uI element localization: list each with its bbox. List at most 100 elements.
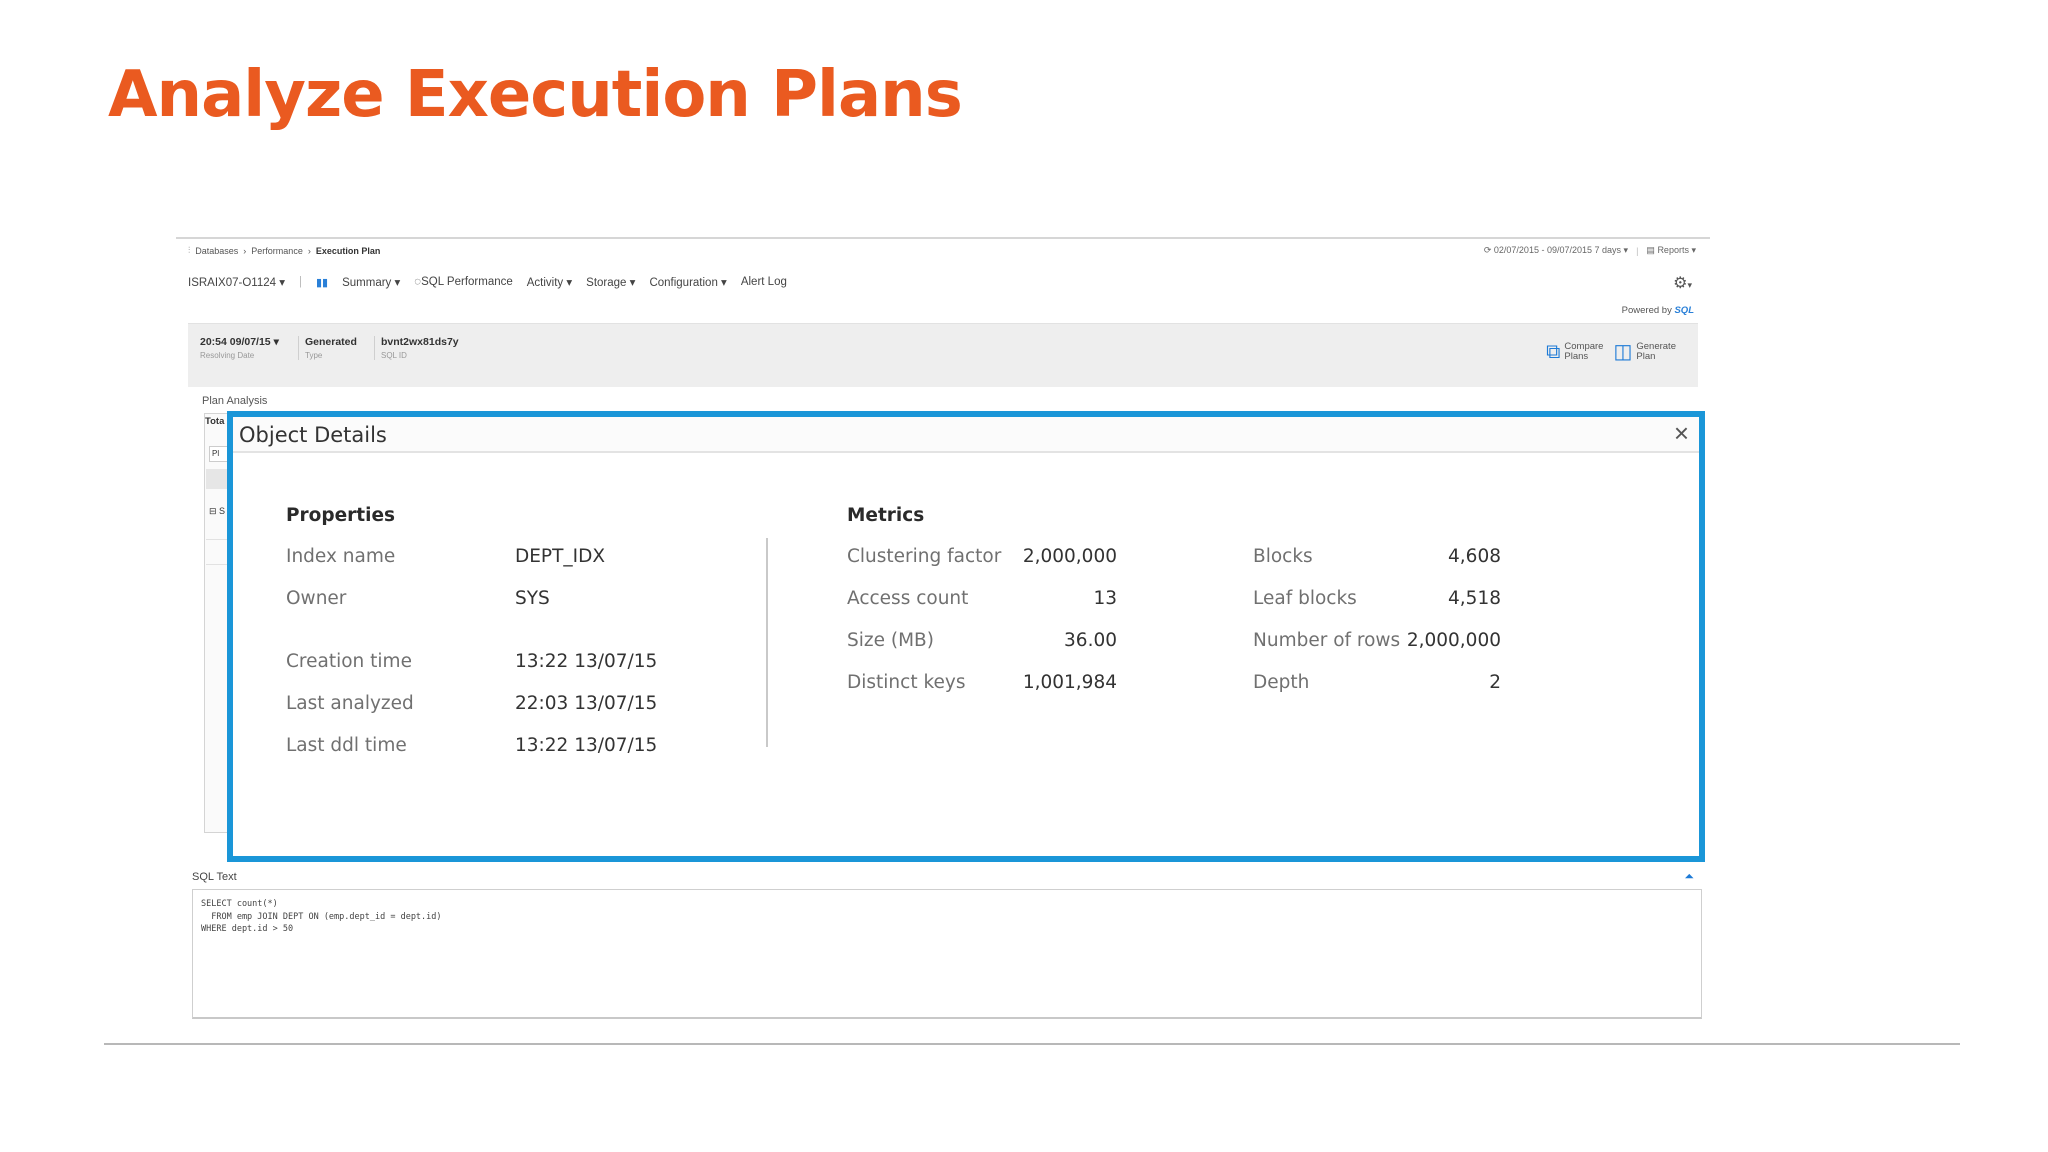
sql-line: SELECT count(*) — [201, 899, 278, 909]
metric-value: 4,608 — [1448, 546, 1501, 567]
reports-icon: ▤ — [1646, 245, 1655, 255]
metric-value: 2,000,000 — [1406, 630, 1501, 651]
nav-item-configuration[interactable]: Configuration ▾ — [649, 275, 726, 289]
generate-plan-button[interactable]: ◫ Generate Plan — [1613, 342, 1676, 362]
gear-icon[interactable]: ⚙▾ — [1673, 273, 1692, 293]
chevron-down-icon: ▾ — [1623, 245, 1629, 255]
nav-item-label: SQL Performance — [421, 276, 513, 288]
chevron-down-icon: ▾ — [566, 277, 573, 289]
dashboard-icon[interactable]: ▮▮ — [316, 276, 328, 289]
metric-label: Distinct keys — [847, 672, 966, 693]
property-value: 22:03 13/07/15 — [515, 693, 658, 714]
metric-value: 2 — [1489, 672, 1501, 693]
chevron-down-icon: ▾ — [721, 277, 727, 289]
plan-total-label: Tota — [205, 416, 225, 427]
brand-logo: SQL — [1674, 305, 1694, 316]
breadcrumb: ⫶ Databases › Performance › Execution Pl… — [188, 245, 380, 256]
slide-divider — [104, 1043, 1960, 1045]
instance-selector[interactable]: ISRAIX07-O1124 ▾ — [188, 275, 285, 289]
metric-label: Size (MB) — [847, 630, 934, 651]
plan-tree-node[interactable]: ⊟ S — [209, 506, 225, 517]
modal-title: Object Details — [239, 423, 387, 447]
generate-icon: ◫ — [1613, 341, 1633, 363]
metrics-heading: Metrics — [847, 505, 925, 526]
metric-value: 1,001,984 — [1022, 672, 1117, 693]
breadcrumb-databases[interactable]: Databases — [195, 246, 238, 256]
property-value: 13:22 13/07/15 — [515, 735, 658, 756]
nav-item-summary[interactable]: Summary ▾ — [342, 275, 400, 289]
metric-value: 4,518 — [1448, 588, 1501, 609]
powered-by-prefix: Powered by — [1621, 305, 1672, 316]
clock-icon: ⟳ — [1483, 245, 1492, 255]
metric-label: Access count — [847, 588, 969, 609]
property-label: Last analyzed — [286, 693, 414, 714]
sql-id-label: SQL ID — [381, 351, 407, 360]
property-value: DEPT_IDX — [515, 546, 606, 567]
date-range-picker[interactable]: ⟳ 02/07/2015 - 09/07/2015 7 days ▾ — [1484, 245, 1628, 256]
property-label: Index name — [286, 546, 396, 567]
sql-line: FROM emp JOIN DEPT ON (emp.dept_id = dep… — [201, 911, 442, 922]
nav-item-storage[interactable]: Storage ▾ — [586, 275, 635, 289]
compare-icon: ⧉ — [1546, 341, 1561, 363]
type-label: Type — [305, 351, 323, 360]
sql-line: WHERE dept.id > 50 — [201, 924, 294, 934]
plan-tree-node-label: S — [219, 506, 226, 516]
resolving-date-value: 20:54 09/07/15 — [200, 336, 271, 348]
toolbar-separator: | — [1636, 245, 1639, 256]
chevron-right-icon: › — [243, 245, 247, 256]
reports-label: Reports — [1657, 245, 1689, 255]
tree-icon: ⫶ — [188, 245, 191, 255]
chevron-right-icon: › — [307, 245, 311, 256]
property-value: 13:22 13/07/15 — [515, 651, 658, 672]
sql-text-label: SQL Text — [192, 871, 237, 883]
chevron-down-icon: ▾ — [394, 277, 401, 289]
top-toolbar: ⟳ 02/07/2015 - 09/07/2015 7 days ▾ | ▤ R… — [1484, 245, 1696, 256]
metric-label: Blocks — [1253, 546, 1313, 567]
metric-label: Leaf blocks — [1253, 588, 1357, 609]
property-value: SYS — [515, 588, 550, 609]
type-field: Generated Type — [298, 336, 357, 360]
date-range-label: 02/07/2015 - 09/07/2015 7 days — [1493, 245, 1622, 255]
main-nav: ISRAIX07-O1124 ▾ | ▮▮ Summary ▾ ◌SQL Per… — [188, 275, 787, 289]
chevron-down-icon: ▾ — [273, 336, 279, 348]
chevron-down-icon: ▾ — [1691, 245, 1696, 255]
breadcrumb-execution-plan: Execution Plan — [315, 245, 381, 256]
plan-actions: ⧉ Compare Plans ◫ Generate Plan — [1546, 342, 1676, 362]
instance-name: ISRAIX07-O1124 — [188, 277, 277, 289]
collapse-icon[interactable]: ⏶ — [1684, 869, 1694, 884]
chevron-down-icon: ▾ — [1687, 280, 1692, 290]
nav-item-label: Configuration — [649, 277, 718, 289]
section-divider — [766, 538, 768, 747]
metric-value: 36.00 — [1064, 630, 1117, 651]
resolving-date-field[interactable]: 20:54 09/07/15 ▾ Resolving Date — [194, 336, 279, 360]
breadcrumb-performance[interactable]: Performance — [251, 246, 303, 256]
close-icon[interactable]: × — [1674, 418, 1689, 449]
metric-label: Depth — [1253, 672, 1310, 693]
slide-title: Analyze Execution Plans — [108, 58, 963, 132]
type-value: Generated — [305, 336, 357, 348]
nav-item-label: Activity — [526, 277, 564, 289]
action-line: Plans — [1564, 351, 1589, 362]
reports-menu[interactable]: ▤ Reports ▾ — [1646, 245, 1696, 256]
plan-analysis-label: Plan Analysis — [202, 395, 268, 407]
nav-separator: | — [299, 276, 302, 288]
nav-item-label: Alert Log — [740, 276, 787, 288]
property-label: Last ddl time — [286, 735, 407, 756]
metric-value: 2,000,000 — [1022, 546, 1117, 567]
powered-by: Powered by SQL — [1622, 305, 1694, 316]
properties-heading: Properties — [286, 505, 396, 526]
sql-id-field: bvnt2wx81ds7y SQL ID — [374, 336, 459, 360]
metric-value: 13 — [1093, 588, 1117, 609]
action-line: Plan — [1636, 351, 1656, 362]
object-details-modal: Object Details × Properties Index name D… — [227, 411, 1705, 862]
sql-text-box[interactable]: SELECT count(*) FROM emp JOIN DEPT ON (e… — [192, 889, 1702, 1019]
plan-info-bar: 20:54 09/07/15 ▾ Resolving Date Generate… — [188, 323, 1698, 387]
nav-item-sql-performance[interactable]: ◌SQL Performance — [414, 276, 512, 288]
chevron-down-icon: ▾ — [629, 277, 636, 289]
nav-item-alert-log[interactable]: Alert Log — [741, 276, 787, 288]
compare-plans-button[interactable]: ⧉ Compare Plans — [1546, 342, 1603, 362]
sql-id-value: bvnt2wx81ds7y — [381, 336, 459, 348]
nav-item-activity[interactable]: Activity ▾ — [527, 275, 572, 289]
modal-header: Object Details × — [233, 417, 1699, 453]
chevron-down-icon: ▾ — [279, 277, 285, 289]
